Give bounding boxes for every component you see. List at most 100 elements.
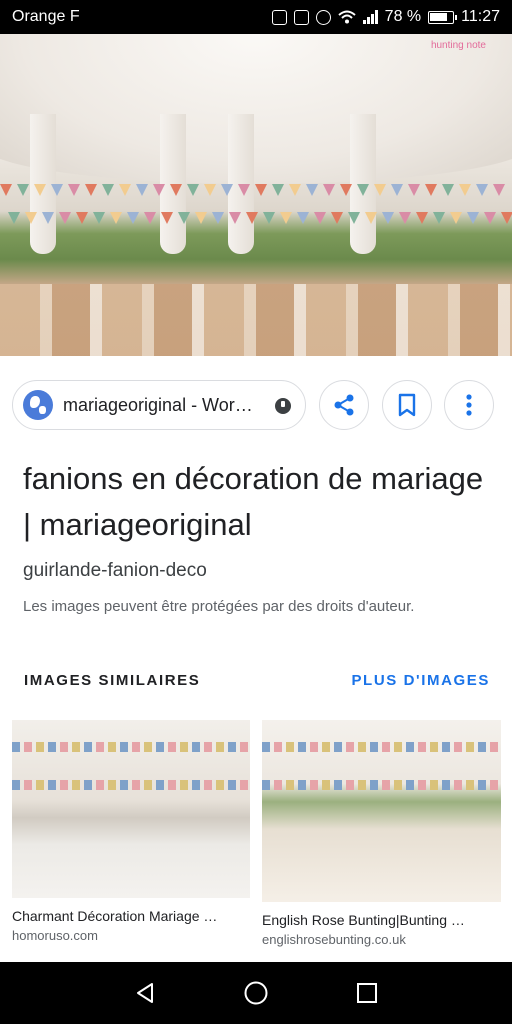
globe-icon (23, 390, 53, 420)
bunting-flag (493, 184, 505, 196)
back-button[interactable] (125, 973, 165, 1013)
source-chip[interactable]: mariageoriginal - Wor… (12, 380, 306, 430)
status-bar: Orange F 78 % 11:27 (0, 0, 512, 34)
similar-image-domain: englishrosebunting.co.uk (262, 932, 406, 947)
bunting-row (0, 184, 512, 198)
bunting-flag (212, 212, 224, 224)
bunting-flag (187, 184, 199, 196)
bunting-flag (374, 184, 386, 196)
copyright-notice: Les images peuvent être protégées par de… (23, 598, 415, 615)
nfc-icon (271, 9, 287, 25)
bunting-flag (263, 212, 275, 224)
signal-icon (362, 10, 378, 24)
image-watermark: hunting note (430, 40, 486, 51)
bunting-flag (467, 212, 479, 224)
bunting-flag (119, 184, 131, 196)
bunting-flag (0, 184, 12, 196)
bunting-flag (323, 184, 335, 196)
bunting-flag (127, 212, 139, 224)
bunting-flag (357, 184, 369, 196)
bunting-flag (314, 212, 326, 224)
bunting-flag (476, 184, 488, 196)
save-button[interactable] (382, 380, 432, 430)
similar-image-title: Charmant Décoration Mariage … (12, 908, 218, 924)
bunting-flag (42, 212, 54, 224)
bunting-flag (348, 212, 360, 224)
bunting-flag (255, 184, 267, 196)
bunting-row (12, 742, 250, 752)
more-vert-icon (466, 394, 472, 416)
carrier-name: Orange F (12, 8, 80, 25)
bunting-flag (484, 212, 496, 224)
source-label: mariageoriginal - Wor… (63, 394, 253, 415)
bunting-flag (459, 184, 471, 196)
similar-image-title: English Rose Bunting|Bunting … (262, 912, 465, 928)
clock: 11:27 (461, 8, 500, 25)
navigation-bar (0, 962, 512, 1024)
bunting-flag (76, 212, 88, 224)
bunting-flag (110, 212, 122, 224)
vibrate-icon (293, 9, 309, 25)
tent-canopy (0, 34, 512, 184)
bunting-flag (51, 184, 63, 196)
bunting-row (12, 780, 250, 790)
reception-tables (0, 284, 512, 356)
bookmark-icon (398, 393, 416, 417)
more-button[interactable] (444, 380, 494, 430)
alarm-icon (315, 9, 331, 25)
bunting-flag (238, 184, 250, 196)
wifi-icon (338, 10, 356, 24)
bunting-flag (340, 184, 352, 196)
bunting-flag (93, 212, 105, 224)
more-images-link[interactable]: PLUS D'IMAGES (351, 672, 490, 689)
back-icon (137, 983, 154, 1003)
recents-button[interactable] (347, 973, 387, 1013)
home-button[interactable] (236, 973, 276, 1013)
bunting-row (262, 780, 501, 790)
bunting-flag (365, 212, 377, 224)
similar-image-card[interactable]: English Rose Bunting|Bunting … englishro… (262, 720, 501, 947)
bunting-flag (25, 212, 37, 224)
battery-percent: 78 % (384, 8, 422, 25)
source-row: mariageoriginal - Wor… (12, 380, 500, 432)
share-icon (334, 394, 354, 416)
bunting-flag (408, 184, 420, 196)
bunting-flag (170, 184, 182, 196)
bunting-flag (280, 212, 292, 224)
bunting-flag (17, 184, 29, 196)
similar-image-card[interactable]: Charmant Décoration Mariage … homoruso.c… (12, 720, 250, 943)
share-button[interactable] (319, 380, 369, 430)
bunting-flag (391, 184, 403, 196)
similar-images-header: IMAGES SIMILAIRES (24, 672, 201, 689)
bunting-flag (229, 212, 241, 224)
bunting-flag (85, 184, 97, 196)
bunting-flag (68, 184, 80, 196)
info-icon[interactable] (275, 398, 291, 414)
bunting-row (0, 212, 512, 226)
battery-icon (428, 10, 458, 24)
result-title[interactable]: fanions en décoration de mariage | maria… (23, 456, 493, 548)
bunting-flag (306, 184, 318, 196)
hero-image[interactable]: hunting note (0, 34, 512, 356)
bunting-flag (161, 212, 173, 224)
bunting-row (262, 742, 501, 752)
bunting-flag (382, 212, 394, 224)
bunting-flag (153, 184, 165, 196)
bunting-flag (272, 184, 284, 196)
recents-icon (356, 983, 377, 1003)
bunting-flag (501, 212, 512, 224)
bunting-flag (102, 184, 114, 196)
bunting-flag (289, 184, 301, 196)
bunting-flag (331, 212, 343, 224)
result-subtitle: guirlande-fanion-deco (23, 560, 207, 581)
bunting-flag (433, 212, 445, 224)
bunting-flag (399, 212, 411, 224)
bunting-flag (34, 184, 46, 196)
status-icons: 78 % 11:27 (271, 8, 500, 26)
home-icon (244, 981, 268, 1005)
similar-image-thumbnail (12, 720, 250, 898)
bunting-flag (416, 212, 428, 224)
bunting-flag (59, 212, 71, 224)
similar-image-thumbnail (262, 720, 501, 902)
bunting-flag (144, 212, 156, 224)
